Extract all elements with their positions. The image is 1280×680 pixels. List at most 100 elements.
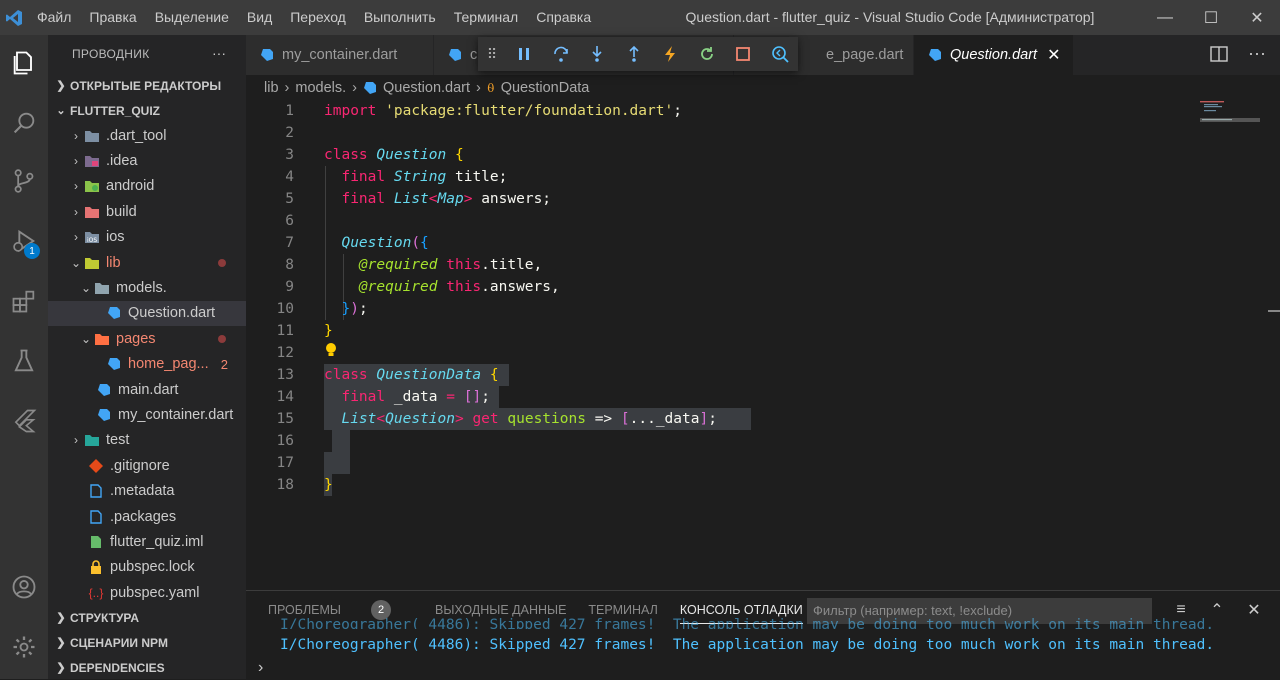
chevron-right-icon: › xyxy=(74,204,78,219)
chevron-right-icon: ❯ xyxy=(56,612,66,624)
code-line-17: 17 xyxy=(276,455,294,471)
tree-item-idea[interactable]: › .idea xyxy=(48,148,246,173)
menu-terminal[interactable]: Терминал xyxy=(445,0,527,35)
dart-file-icon xyxy=(363,82,376,94)
dart-file-icon xyxy=(106,305,122,321)
step-into-icon[interactable] xyxy=(579,37,616,71)
tree-item-test[interactable]: › test xyxy=(48,428,246,453)
step-out-icon[interactable] xyxy=(615,37,652,71)
settings-gear-icon[interactable] xyxy=(0,623,48,671)
devtools-icon[interactable] xyxy=(762,37,799,71)
folder-open-icon xyxy=(94,280,110,296)
console-prompt-icon[interactable]: › xyxy=(258,659,263,677)
dart-file-icon xyxy=(449,49,461,61)
android-folder-icon xyxy=(84,178,100,194)
lock-icon xyxy=(88,559,104,575)
menu-selection[interactable]: Выделение xyxy=(146,0,238,35)
tree-item-pubspec-yaml[interactable]: {..} pubspec.yaml xyxy=(48,580,246,605)
chevron-right-icon: › xyxy=(284,80,290,96)
npm-scripts-section[interactable]: ❯ СЦЕНАРИИ NPM xyxy=(48,630,246,655)
account-icon[interactable] xyxy=(0,563,48,611)
debug-toolbar: ⠿ xyxy=(478,37,798,71)
menu-edit[interactable]: Правка xyxy=(80,0,145,35)
code-line-3: 3 class Question { xyxy=(285,147,464,163)
more-actions-icon[interactable]: ··· xyxy=(1248,43,1266,64)
folder-icon xyxy=(84,128,100,144)
pause-icon[interactable] xyxy=(506,37,543,71)
close-icon[interactable]: ✕ xyxy=(1234,0,1280,35)
chevron-right-icon: › xyxy=(352,80,357,96)
open-editors-section[interactable]: ❯ ОТКРЫТЫЕ РЕДАКТОРЫ xyxy=(48,73,246,98)
tree-item-home-page[interactable]: home_pag... 2 xyxy=(48,352,246,377)
minimize-icon[interactable]: — xyxy=(1142,0,1188,35)
folder-open-icon xyxy=(94,331,110,347)
chevron-right-icon: ❯ xyxy=(56,662,66,674)
modified-dot xyxy=(218,258,226,267)
breadcrumb-models[interactable]: models. xyxy=(295,80,346,96)
tree-item-question-dart[interactable]: Question.dart xyxy=(48,300,246,327)
tree-item-lib[interactable]: ⌄ lib xyxy=(48,250,246,275)
more-actions-icon[interactable]: ··· xyxy=(212,45,226,61)
outline-section[interactable]: ❯ СТРУКТУРА xyxy=(48,605,246,630)
flutter-icon[interactable] xyxy=(0,397,48,445)
extensions-icon[interactable] xyxy=(0,277,48,325)
modified-dot xyxy=(218,334,226,343)
drag-grip-icon[interactable]: ⠿ xyxy=(478,46,506,63)
tree-item-packages[interactable]: .packages xyxy=(48,504,246,529)
split-editor-icon[interactable] xyxy=(1210,45,1230,65)
hot-reload-icon[interactable] xyxy=(652,37,689,71)
code-line-11: 11} xyxy=(276,323,333,339)
close-panel-icon[interactable]: ✕ xyxy=(1243,599,1265,621)
iml-file-icon xyxy=(88,534,104,550)
tree-item-android[interactable]: › android xyxy=(48,174,246,199)
run-debug-icon[interactable]: 1 xyxy=(0,217,48,265)
tree-item-models[interactable]: ⌄ models. xyxy=(48,275,246,300)
breadcrumb-file[interactable]: Question.dart xyxy=(383,80,470,96)
close-tab-icon[interactable]: ✕ xyxy=(1047,45,1060,65)
menu-file[interactable]: Файл xyxy=(28,0,80,35)
dart-file-icon xyxy=(96,407,112,423)
chevron-right-icon: › xyxy=(74,128,78,143)
breadcrumb-symbol[interactable]: QuestionData xyxy=(501,80,590,96)
file-icon xyxy=(88,483,104,499)
code-line-13: 13 class QuestionData { xyxy=(276,367,499,383)
step-over-icon[interactable] xyxy=(542,37,579,71)
code-line-7: 7 Question({ xyxy=(285,235,429,251)
lightbulb-icon[interactable] xyxy=(324,342,338,365)
tree-item-flutter-quiz-iml[interactable]: flutter_quiz.iml xyxy=(48,529,246,554)
tab-output[interactable]: ВЫХОДНЫЕ ДАННЫЕ xyxy=(435,603,566,617)
source-control-icon[interactable] xyxy=(0,157,48,205)
tree-item-gitignore[interactable]: .gitignore xyxy=(48,453,246,478)
code-editor[interactable]: 1 import 'package:flutter/foundation.dart… xyxy=(246,100,1280,590)
explorer-icon[interactable] xyxy=(0,39,48,87)
project-section[interactable]: ⌄ FLUTTER_QUIZ xyxy=(48,98,246,123)
menu-go[interactable]: Переход xyxy=(281,0,355,35)
restart-icon[interactable] xyxy=(689,37,726,71)
tree-item-metadata[interactable]: .metadata xyxy=(48,478,246,503)
menu-help[interactable]: Справка xyxy=(527,0,600,35)
tab-terminal[interactable]: ТЕРМИНАЛ xyxy=(588,603,657,617)
stop-icon[interactable] xyxy=(725,37,762,71)
breadcrumb-lib[interactable]: lib xyxy=(264,80,279,96)
menu-run[interactable]: Выполнить xyxy=(355,0,445,35)
tree-item-pubspec-lock[interactable]: pubspec.lock xyxy=(48,555,246,580)
activity-bar: 1 xyxy=(0,35,48,679)
dependencies-section[interactable]: ❯ DEPENDENCIES xyxy=(48,655,246,680)
tab-question-dart[interactable]: Question.dart ✕ xyxy=(914,35,1074,75)
tree-item-pages[interactable]: ⌄ pages xyxy=(48,326,246,351)
chevron-right-icon: ❯ xyxy=(56,637,66,649)
tree-item-ios[interactable]: › iOS ios xyxy=(48,225,246,250)
tree-item-build[interactable]: › build xyxy=(48,199,246,224)
maximize-icon[interactable]: ☐ xyxy=(1188,0,1234,35)
chevron-down-icon: ⌄ xyxy=(80,281,92,296)
testing-icon[interactable] xyxy=(0,337,48,385)
tree-item-my-container-dart[interactable]: my_container.dart xyxy=(48,402,246,427)
test-folder-icon xyxy=(84,432,100,448)
minimap[interactable] xyxy=(1198,100,1262,130)
chevron-down-icon: ⌄ xyxy=(56,105,66,117)
menu-view[interactable]: Вид xyxy=(238,0,281,35)
tab-my-container[interactable]: my_container.dart xyxy=(246,35,434,75)
search-icon[interactable] xyxy=(0,99,48,147)
tree-item-main-dart[interactable]: main.dart xyxy=(48,377,246,402)
tree-item-dart-tool[interactable]: › .dart_tool xyxy=(48,123,246,148)
